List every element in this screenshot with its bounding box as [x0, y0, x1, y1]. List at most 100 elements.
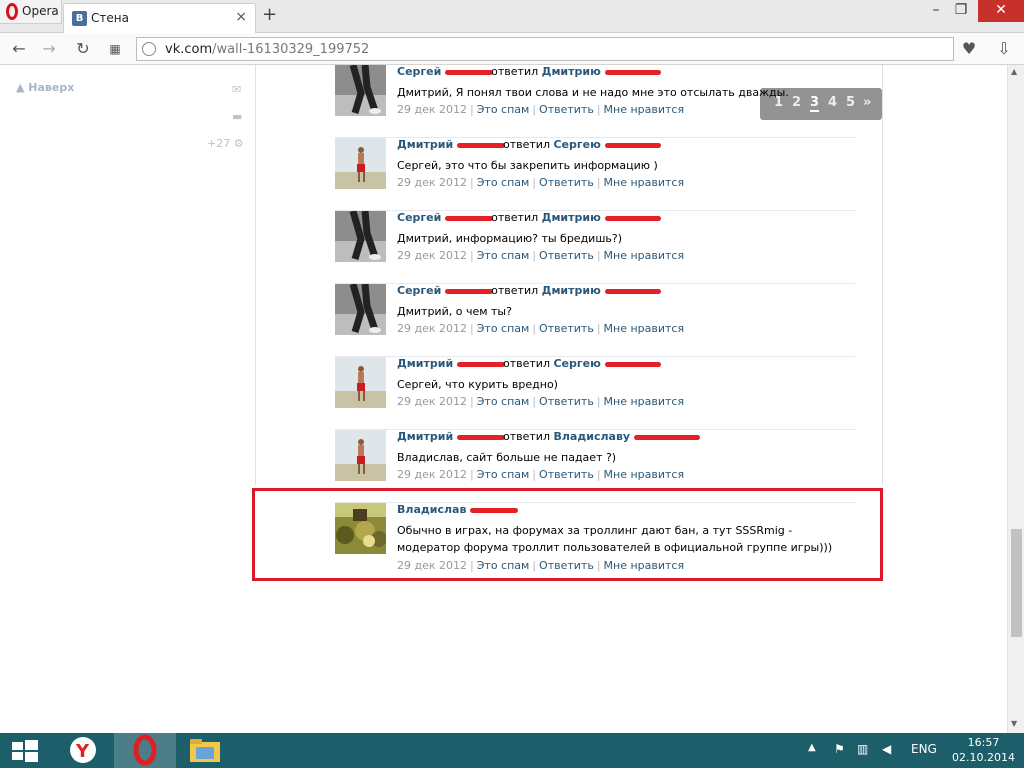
tab-close-icon[interactable]: × — [235, 9, 247, 25]
like-link[interactable]: Мне нравится — [604, 395, 685, 408]
new-tab-button[interactable]: + — [262, 4, 277, 25]
opera-taskbar-button[interactable] — [114, 733, 176, 768]
author-link[interactable]: Сергей — [397, 65, 445, 78]
target-link[interactable]: Сергею — [553, 138, 604, 151]
avatar[interactable] — [335, 357, 386, 408]
reply-verb: ответил — [491, 211, 542, 224]
highlight-frame — [252, 488, 883, 581]
reply-link[interactable]: Ответить — [539, 176, 594, 189]
back-to-top-link[interactable]: ▲ Наверх — [16, 81, 74, 94]
reply-date[interactable]: 29 дек 2012 — [397, 103, 467, 116]
like-link[interactable]: Мне нравится — [604, 322, 685, 335]
spam-link[interactable]: Это спам — [477, 322, 530, 335]
reply-meta: 29 дек 2012 | Это спам | Ответить | Мне нравит… — [397, 176, 684, 189]
reply-date[interactable]: 29 дек 2012 — [397, 395, 467, 408]
reply-verb: ответил — [491, 65, 542, 78]
avatar[interactable] — [335, 210, 386, 262]
reply-item: Дмитрий ответил Сергею Сергей, это что б… — [335, 138, 855, 211]
separator: | — [470, 103, 474, 116]
author-link[interactable]: Дмитрий — [397, 138, 457, 151]
forward-button[interactable]: → — [38, 38, 60, 60]
reply-link[interactable]: Ответить — [539, 395, 594, 408]
reply-meta: 29 дек 2012 | Это спам | Ответить | Мне нравит… — [397, 468, 684, 481]
author-link[interactable]: Сергей — [397, 284, 445, 297]
reply-header: Сергей ответил Дмитрию — [397, 65, 661, 78]
reply-meta: 29 дек 2012 | Это спам | Ответить | Мне нравит… — [397, 249, 684, 262]
reply-item: Сергей ответил Дмитрию Дмитрий, информац… — [335, 210, 855, 284]
windows-logo-icon — [12, 740, 38, 762]
volume-icon[interactable]: ◀ — [882, 742, 891, 756]
site-info-icon[interactable] — [142, 42, 156, 56]
spam-link[interactable]: Это спам — [477, 103, 530, 116]
explorer-button[interactable] — [176, 733, 238, 768]
reply-item: Сергей ответил Дмитрию Дмитрий, Я понял … — [335, 64, 855, 138]
tab-wall[interactable]: В Стена × — [63, 3, 256, 33]
opera-label: Opera — [22, 4, 59, 18]
target-link[interactable]: Дмитрию — [542, 284, 605, 297]
spam-link[interactable]: Это спам — [477, 395, 530, 408]
close-window-button[interactable]: ✕ — [978, 0, 1024, 22]
avatar[interactable] — [335, 430, 386, 481]
downloads-icon[interactable]: ⇩ — [993, 38, 1015, 60]
reload-button[interactable]: ↻ — [72, 38, 94, 60]
reply-text: Дмитрий, информацию? ты бредишь?) — [397, 232, 623, 245]
notifications-counter[interactable]: +27 ⚙ — [207, 137, 244, 150]
reply-date[interactable]: 29 дек 2012 — [397, 322, 467, 335]
speed-dial-grid-icon[interactable]: ▦ — [104, 38, 126, 60]
opera-icon — [133, 734, 157, 766]
tray-chevron-icon[interactable]: ▲ — [808, 742, 816, 753]
like-link[interactable]: Мне нравится — [604, 249, 685, 262]
envelope-icon[interactable]: ✉ — [232, 83, 241, 96]
author-link[interactable]: Дмитрий — [397, 430, 457, 443]
reply-date[interactable]: 29 дек 2012 — [397, 176, 467, 189]
reply-meta: 29 дек 2012 | Это спам | Ответить | Мне нравит… — [397, 103, 684, 116]
separator: | — [470, 249, 474, 262]
redaction-mark — [445, 69, 494, 75]
action-center-icon[interactable]: ⚑ — [834, 742, 845, 756]
clock[interactable]: 16:57 02.10.2014 — [952, 735, 1015, 765]
address-field[interactable]: vk.com/wall-16130329_199752 — [136, 37, 954, 61]
url-text: vk.com/wall-16130329_199752 — [165, 42, 370, 57]
redaction-mark — [604, 215, 661, 221]
separator: | — [596, 322, 601, 335]
reply-link[interactable]: Ответить — [539, 322, 594, 335]
reply-date[interactable]: 29 дек 2012 — [397, 468, 467, 481]
spam-link[interactable]: Это спам — [477, 176, 530, 189]
reply-link[interactable]: Ответить — [539, 468, 594, 481]
redaction-mark — [604, 69, 661, 75]
avatar[interactable] — [335, 138, 386, 189]
next-page[interactable]: » — [863, 95, 871, 110]
target-link[interactable]: Сергею — [553, 357, 604, 370]
reply-verb: ответил — [491, 284, 542, 297]
separator: | — [470, 468, 474, 481]
like-link[interactable]: Мне нравится — [604, 468, 685, 481]
spam-link[interactable]: Это спам — [477, 249, 530, 262]
opera-menu-button[interactable]: Opera — [0, 0, 62, 24]
yandex-browser-button[interactable]: Y — [52, 733, 114, 768]
like-link[interactable]: Мне нравится — [604, 103, 685, 116]
back-button[interactable]: ← — [8, 38, 30, 60]
author-link[interactable]: Сергей — [397, 211, 445, 224]
scroll-thumb[interactable] — [1011, 529, 1022, 637]
reply-link[interactable]: Ответить — [539, 103, 594, 116]
reply-verb: ответил — [503, 357, 554, 370]
target-link[interactable]: Дмитрию — [542, 211, 605, 224]
avatar[interactable] — [335, 283, 386, 335]
comment-icon[interactable]: ▬ — [232, 110, 242, 123]
avatar[interactable] — [335, 64, 386, 116]
reply-date[interactable]: 29 дек 2012 — [397, 249, 467, 262]
scrollbar[interactable]: ▲ ▼ — [1007, 65, 1024, 733]
like-link[interactable]: Мне нравится — [604, 176, 685, 189]
redaction-mark — [445, 288, 494, 294]
author-link[interactable]: Дмитрий — [397, 357, 457, 370]
gear-icon: ⚙ — [233, 137, 244, 150]
reply-link[interactable]: Ответить — [539, 249, 594, 262]
language-indicator[interactable]: ENG — [911, 742, 937, 756]
maximize-button[interactable]: ❐ — [944, 0, 978, 22]
stash-heart-icon[interactable]: ♥ — [958, 38, 980, 60]
target-link[interactable]: Дмитрию — [542, 65, 605, 78]
spam-link[interactable]: Это спам — [477, 468, 530, 481]
target-link[interactable]: Владиславу — [553, 430, 633, 443]
start-button[interactable] — [0, 733, 50, 768]
network-icon[interactable]: ▥ — [857, 742, 868, 756]
